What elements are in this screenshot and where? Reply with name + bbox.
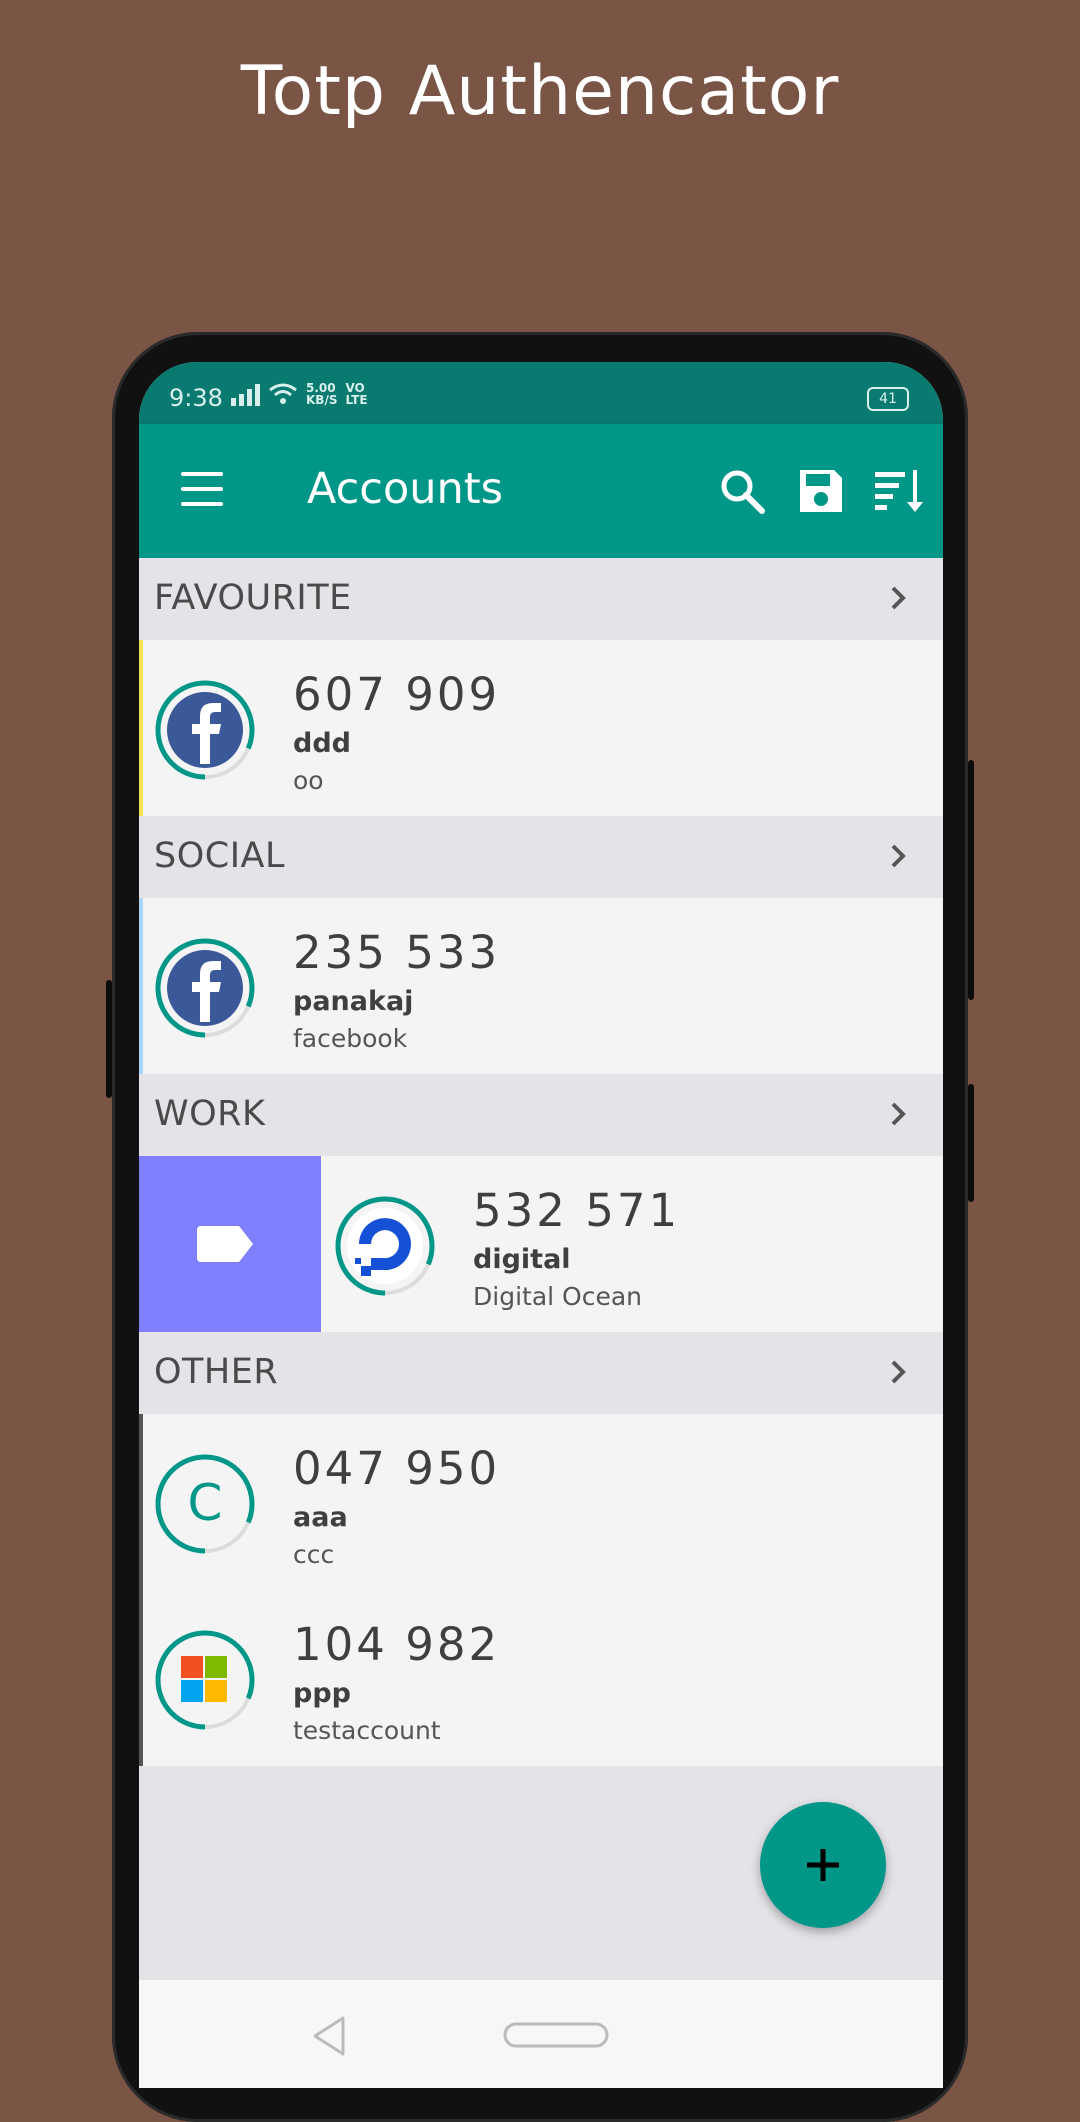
sort-icon[interactable] <box>873 466 923 516</box>
section-label: FAVOURITE <box>154 578 352 618</box>
category-accent <box>139 1590 143 1766</box>
add-icon <box>807 1849 839 1881</box>
menu-icon <box>181 472 223 476</box>
back-icon[interactable] <box>309 2014 349 2058</box>
add-account-button[interactable] <box>760 1802 886 1928</box>
bixby-button <box>968 1084 974 1202</box>
otp-code: 047 950 <box>293 1442 501 1495</box>
microsoft-icon <box>155 1630 255 1730</box>
save-icon[interactable] <box>796 466 846 516</box>
category-accent <box>139 640 143 816</box>
battery-icon: 41 <box>867 387 909 411</box>
account-row[interactable]: C 047 950 aaa ccc <box>139 1414 943 1590</box>
signal-icon <box>231 384 260 406</box>
status-bar: 9:38 5.00 KB/S VO LTE 41 <box>139 362 943 424</box>
account-name: panakaj <box>293 986 414 1017</box>
section-label: OTHER <box>154 1352 279 1392</box>
chevron-right-icon <box>891 586 906 610</box>
volume-button <box>106 980 112 1098</box>
account-issuer: facebook <box>293 1024 408 1053</box>
category-accent <box>139 1414 143 1590</box>
account-issuer: oo <box>293 766 324 795</box>
account-issuer: ccc <box>293 1540 335 1569</box>
wifi-icon <box>269 383 297 404</box>
chevron-right-icon <box>891 844 906 868</box>
swipe-action-background[interactable] <box>139 1156 321 1332</box>
account-row-swiped[interactable]: 532 571 digital Digital Ocean <box>139 1156 943 1332</box>
account-name: aaa <box>293 1502 348 1533</box>
home-icon[interactable] <box>503 2022 609 2048</box>
account-name: digital <box>473 1244 571 1275</box>
menu-button[interactable] <box>179 466 225 512</box>
account-row[interactable]: 607 909 ddd oo <box>139 640 943 816</box>
phone-screen: 9:38 5.00 KB/S VO LTE 41 Accounts FAVOUR… <box>139 362 943 2088</box>
facebook-icon <box>155 680 255 780</box>
account-row[interactable]: 104 982 ppp testaccount <box>139 1590 943 1766</box>
account-name: ppp <box>293 1678 351 1709</box>
chevron-right-icon <box>891 1102 906 1126</box>
status-time: 9:38 <box>169 384 223 412</box>
account-issuer: testaccount <box>293 1716 441 1745</box>
page-title: Accounts <box>307 464 504 514</box>
otp-code: 104 982 <box>293 1618 501 1671</box>
section-label: WORK <box>154 1094 266 1134</box>
facebook-icon <box>155 938 255 1038</box>
system-nav-bar <box>139 1980 943 2088</box>
app-bar: Accounts <box>139 424 943 558</box>
section-favourite[interactable]: FAVOURITE <box>139 558 943 640</box>
network-speed: 5.00 KB/S <box>306 381 338 407</box>
category-accent <box>139 898 143 1074</box>
digitalocean-icon <box>335 1196 435 1296</box>
otp-code: 607 909 <box>293 668 501 721</box>
section-label: SOCIAL <box>154 836 285 876</box>
search-icon[interactable] <box>717 466 767 516</box>
section-other[interactable]: OTHER <box>139 1332 943 1414</box>
power-button <box>968 760 974 1000</box>
section-social[interactable]: SOCIAL <box>139 816 943 898</box>
otp-code: 235 533 <box>293 926 501 979</box>
account-issuer: Digital Ocean <box>473 1282 642 1311</box>
account-name: ddd <box>293 728 351 759</box>
otp-code: 532 571 <box>473 1184 681 1237</box>
label-tag-icon <box>197 1226 253 1262</box>
letter-avatar-icon: C <box>153 1452 257 1556</box>
account-row[interactable]: 235 533 panakaj facebook <box>139 898 943 1074</box>
volte-indicator: VO LTE <box>345 381 368 407</box>
chevron-right-icon <box>891 1360 906 1384</box>
promo-title: Totp Authencator <box>240 52 840 131</box>
section-work[interactable]: WORK <box>139 1074 943 1156</box>
